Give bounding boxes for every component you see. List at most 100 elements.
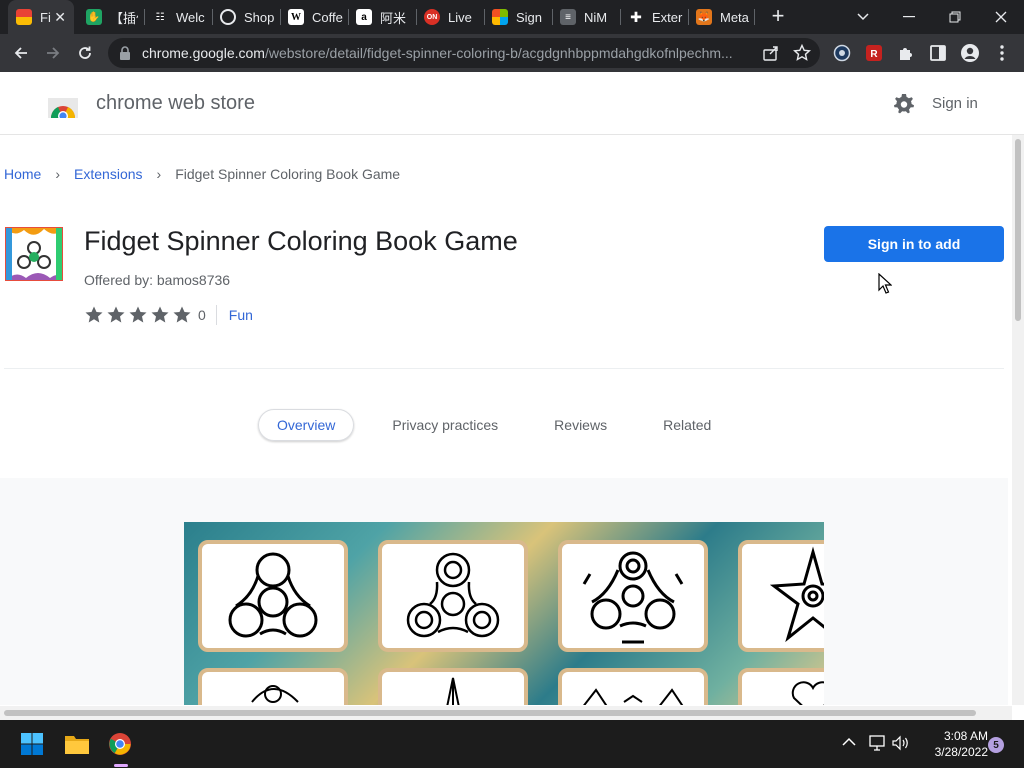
- back-button[interactable]: [8, 40, 34, 66]
- scrollbar-thumb[interactable]: [4, 710, 976, 716]
- tab-title: Coffe: [312, 9, 343, 25]
- chevron-up-icon: [842, 737, 856, 746]
- tab-title: Live: [448, 9, 472, 25]
- vertical-scrollbar[interactable]: [1012, 135, 1024, 705]
- minimize-icon: [903, 16, 915, 18]
- tab-0[interactable]: Fi ✕: [8, 0, 74, 34]
- forward-button[interactable]: [40, 40, 66, 66]
- spinner-card: [378, 540, 528, 652]
- horizontal-scrollbar[interactable]: [0, 706, 1012, 720]
- scrollbar-thumb[interactable]: [1015, 139, 1021, 321]
- tab-1[interactable]: ✋ 【插件: [86, 0, 138, 34]
- taskbar: 3:08 AM 3/28/2022: [0, 720, 1024, 768]
- share-icon[interactable]: [762, 44, 780, 62]
- side-panel-button[interactable]: [928, 43, 948, 63]
- tab-4[interactable]: W Coffe: [288, 0, 346, 34]
- clock-time: 3:08 AM: [943, 729, 988, 743]
- section-divider: [4, 368, 1004, 369]
- microsoft-icon: [492, 9, 508, 25]
- network-button[interactable]: [868, 735, 886, 756]
- profile-button[interactable]: [960, 43, 980, 63]
- url-text[interactable]: chrome.google.com/webstore/detail/fidget…: [142, 45, 762, 61]
- active-app-indicator: [114, 764, 128, 767]
- spinner-card: [738, 668, 824, 705]
- screenshot-image[interactable]: [184, 522, 824, 705]
- mouse-cursor-icon: [878, 273, 892, 294]
- tab-related[interactable]: Related: [663, 417, 711, 433]
- spinner-card: [198, 668, 348, 705]
- volume-button[interactable]: [892, 735, 910, 756]
- spinner-card: [738, 540, 824, 652]
- tab-separator: [280, 9, 281, 25]
- tab-title: Shop: [244, 9, 275, 25]
- tab-title: Exter: [652, 9, 683, 25]
- list-icon: ☷: [155, 11, 165, 23]
- tab-5[interactable]: a 阿米: [356, 0, 412, 34]
- show-hidden-icons-button[interactable]: [842, 734, 856, 752]
- extension-aperture-button[interactable]: [832, 43, 852, 63]
- tab-title: Fi: [40, 9, 51, 25]
- main-content: Home › Extensions › Fidget Spinner Color…: [0, 135, 1012, 705]
- restore-icon: [949, 11, 961, 23]
- browser-toolbar: chrome.google.com/webstore/detail/fidget…: [0, 34, 1024, 72]
- extension-r-button[interactable]: R: [864, 43, 884, 63]
- address-bar[interactable]: chrome.google.com/webstore/detail/fidget…: [108, 38, 820, 68]
- tab-3[interactable]: Shop: [220, 0, 278, 34]
- star-icon: [107, 306, 125, 323]
- store-title[interactable]: chrome web store: [96, 92, 255, 115]
- close-tab-icon[interactable]: ✕: [54, 9, 66, 26]
- tab-7[interactable]: Sign: [492, 0, 550, 34]
- chrome-store-icon: [16, 9, 32, 25]
- breadcrumb-extensions[interactable]: Extensions: [74, 166, 142, 182]
- restore-button[interactable]: [932, 0, 978, 34]
- close-icon: [995, 11, 1007, 23]
- sign-in-to-add-button[interactable]: Sign in to add: [824, 226, 1004, 262]
- spinner-card: [378, 668, 528, 705]
- sign-in-link[interactable]: Sign in: [932, 95, 978, 112]
- chevron-right-icon: ›: [156, 166, 162, 182]
- divider: [215, 305, 217, 325]
- breadcrumb-home[interactable]: Home: [4, 166, 41, 182]
- tab-overview[interactable]: Overview: [258, 409, 355, 441]
- close-window-button[interactable]: [978, 0, 1024, 34]
- chrome-web-store-logo-icon[interactable]: [48, 90, 78, 118]
- start-button[interactable]: [18, 730, 46, 758]
- tab-privacy-practices[interactable]: Privacy practices: [392, 417, 498, 433]
- new-tab-button[interactable]: +: [766, 5, 790, 29]
- gear-icon[interactable]: [892, 92, 916, 116]
- folder-icon: [65, 736, 89, 754]
- minimize-button[interactable]: [886, 0, 932, 34]
- tab-title: Meta: [720, 9, 749, 25]
- tab-reviews[interactable]: Reviews: [554, 417, 607, 433]
- tab-8[interactable]: ≡ NiM: [560, 0, 616, 34]
- tab-6[interactable]: ON Live: [424, 0, 476, 34]
- category-link[interactable]: Fun: [229, 307, 253, 323]
- tab-separator: [688, 9, 689, 25]
- tab-10[interactable]: 🦊 Meta: [696, 0, 750, 34]
- reload-button[interactable]: [72, 40, 98, 66]
- tab-separator: [144, 9, 145, 25]
- tab-2[interactable]: ☷ Welc: [152, 0, 208, 34]
- network-icon: [869, 735, 885, 751]
- tab-title: NiM: [584, 9, 608, 25]
- file-explorer-button[interactable]: [63, 730, 91, 758]
- notification-badge[interactable]: 5: [988, 737, 1004, 753]
- chevron-right-icon: ›: [55, 166, 61, 182]
- star-icon: [129, 306, 147, 323]
- detail-tabs: Overview Privacy practices Reviews Relat…: [258, 409, 767, 441]
- chrome-taskbar-button[interactable]: [106, 730, 134, 758]
- wikipedia-icon: W: [288, 9, 304, 25]
- menu-button[interactable]: [992, 43, 1012, 63]
- tab-title: 【插件: [110, 10, 138, 26]
- arrow-left-icon: [14, 47, 27, 59]
- tab-9[interactable]: ✚ Exter: [628, 0, 686, 34]
- system-clock[interactable]: 3:08 AM 3/28/2022: [918, 728, 988, 760]
- tab-search-button[interactable]: [840, 0, 886, 34]
- breadcrumb: Home › Extensions › Fidget Spinner Color…: [4, 166, 400, 182]
- puzzle-icon: [900, 48, 912, 60]
- bookmark-star-icon[interactable]: [793, 44, 811, 62]
- spinner-card: [198, 540, 348, 652]
- lock-icon[interactable]: [118, 45, 132, 61]
- rating-count[interactable]: 0: [198, 307, 206, 323]
- extensions-button[interactable]: [896, 43, 916, 63]
